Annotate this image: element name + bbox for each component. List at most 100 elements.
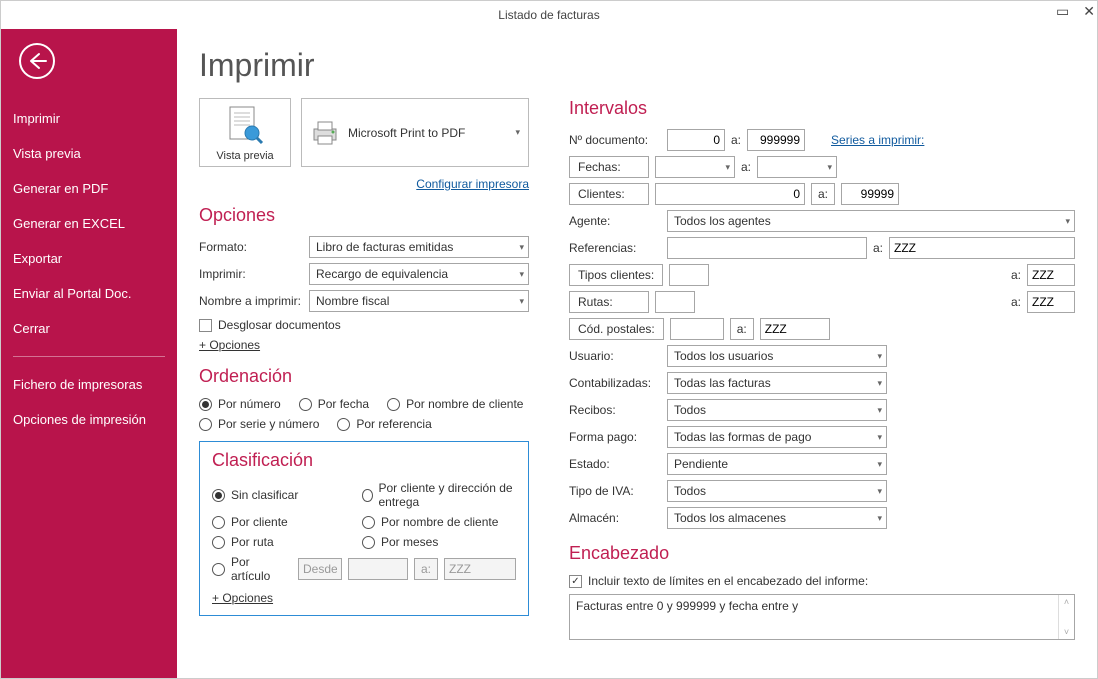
- printer-name: Microsoft Print to PDF: [348, 126, 465, 140]
- desglosar-label: Desglosar documentos: [218, 318, 341, 332]
- radio-por-referencia[interactable]: Por referencia: [337, 417, 431, 431]
- ordenacion-heading: Ordenación: [199, 366, 529, 387]
- forma-combo[interactable]: Todas las formas de pago▾: [667, 426, 887, 448]
- sidebar-item-imprimir[interactable]: Imprimir: [1, 101, 177, 136]
- chevron-down-icon: ▾: [519, 269, 524, 280]
- sidebar-item-fichero[interactable]: Fichero de impresoras: [1, 367, 177, 402]
- tipos-to[interactable]: [1027, 264, 1075, 286]
- clientes-from[interactable]: [655, 183, 805, 205]
- radio-por-nombre[interactable]: Por nombre de cliente: [387, 397, 523, 411]
- cod-from[interactable]: [670, 318, 724, 340]
- chevron-down-icon: ▾: [519, 242, 524, 253]
- nombre-label: Nombre a imprimir:: [199, 294, 309, 308]
- ndoc-label: Nº documento:: [569, 133, 661, 147]
- sidebar-item-portal[interactable]: Enviar al Portal Doc.: [1, 276, 177, 311]
- ndoc-from[interactable]: [667, 129, 725, 151]
- ref-label: Referencias:: [569, 241, 661, 255]
- sidebar-item-excel[interactable]: Generar en EXCEL: [1, 206, 177, 241]
- contab-label: Contabilizadas:: [569, 376, 661, 390]
- clientes-to[interactable]: [841, 183, 899, 205]
- desglosar-checkbox[interactable]: [199, 319, 212, 332]
- document-preview-icon: [224, 105, 266, 145]
- printer-icon: [310, 119, 340, 147]
- sidebar: Imprimir Vista previa Generar en PDF Gen…: [1, 29, 177, 678]
- agente-combo[interactable]: Todos los agentes▾: [667, 210, 1075, 232]
- sidebar-item-exportar[interactable]: Exportar: [1, 241, 177, 276]
- sidebar-item-cerrar[interactable]: Cerrar: [1, 311, 177, 346]
- imprimir-combo[interactable]: Recargo de equivalencia▾: [309, 263, 529, 285]
- chevron-down-icon: ▾: [519, 296, 524, 307]
- cod-to[interactable]: [760, 318, 830, 340]
- fechas-button[interactable]: Fechas:: [569, 156, 649, 178]
- encabezado-textarea[interactable]: Facturas entre 0 y 999999 y fecha entre …: [569, 594, 1075, 640]
- close-icon[interactable]: ✕: [1083, 3, 1095, 20]
- main-panel: Imprimir Vista previa: [177, 29, 1097, 678]
- sidebar-item-opciones[interactable]: Opciones de impresión: [1, 402, 177, 437]
- recibos-label: Recibos:: [569, 403, 661, 417]
- scrollbar[interactable]: ˄˅: [1058, 595, 1074, 639]
- contab-combo[interactable]: Todas las facturas▾: [667, 372, 887, 394]
- titlebar: Listado de facturas ▭ ✕: [1, 1, 1097, 29]
- rutas-from[interactable]: [655, 291, 695, 313]
- rutas-to[interactable]: [1027, 291, 1075, 313]
- tipos-from[interactable]: [669, 264, 709, 286]
- ref-from[interactable]: [667, 237, 867, 259]
- radio-cliente-direccion[interactable]: Por cliente y dirección de entrega: [362, 481, 516, 509]
- series-link[interactable]: Series a imprimir:: [831, 133, 924, 147]
- almacen-label: Almacén:: [569, 511, 661, 525]
- fecha-from-combo[interactable]: ▾: [655, 156, 735, 178]
- incluir-label: Incluir texto de límites en el encabezad…: [588, 574, 868, 588]
- printer-selector[interactable]: Microsoft Print to PDF ▾: [301, 98, 529, 167]
- a-label-field: [414, 558, 438, 580]
- estado-combo[interactable]: Pendiente▾: [667, 453, 887, 475]
- maximize-icon[interactable]: ▭: [1056, 3, 1069, 20]
- hasta-input[interactable]: [444, 558, 516, 580]
- estado-label: Estado:: [569, 457, 661, 471]
- scroll-up-icon[interactable]: ˄: [1064, 597, 1069, 607]
- intervalos-heading: Intervalos: [569, 98, 1075, 119]
- nombre-combo[interactable]: Nombre fiscal▾: [309, 290, 529, 312]
- clientes-button[interactable]: Clientes:: [569, 183, 649, 205]
- desde-input[interactable]: [348, 558, 408, 580]
- sidebar-separator: [13, 356, 165, 357]
- mas-opciones-link[interactable]: + Opciones: [199, 338, 260, 352]
- clientes-a-button[interactable]: a:: [811, 183, 835, 205]
- radio-clas-nombre[interactable]: Por nombre de cliente: [362, 515, 516, 529]
- sidebar-item-pdf[interactable]: Generar en PDF: [1, 171, 177, 206]
- sidebar-item-vista-previa[interactable]: Vista previa: [1, 136, 177, 171]
- cod-a-button[interactable]: a:: [730, 318, 754, 340]
- page-title: Imprimir: [199, 47, 1075, 84]
- clasificacion-box: Clasificación Sin clasificar Por cliente…: [199, 441, 529, 616]
- incluir-checkbox[interactable]: ✓: [569, 575, 582, 588]
- rutas-button[interactable]: Rutas:: [569, 291, 649, 313]
- cod-button[interactable]: Cód. postales:: [569, 318, 664, 340]
- fecha-to-combo[interactable]: ▾: [757, 156, 837, 178]
- radio-por-serie[interactable]: Por serie y número: [199, 417, 319, 431]
- preview-button[interactable]: Vista previa: [199, 98, 291, 167]
- clas-mas-opciones[interactable]: + Opciones: [212, 591, 273, 605]
- usuario-label: Usuario:: [569, 349, 661, 363]
- tipoiva-combo[interactable]: Todos▾: [667, 480, 887, 502]
- preview-label: Vista previa: [210, 150, 280, 162]
- almacen-combo[interactable]: Todos los almacenes▾: [667, 507, 887, 529]
- formato-combo[interactable]: Libro de facturas emitidas▾: [309, 236, 529, 258]
- radio-por-ruta[interactable]: Por ruta: [212, 535, 362, 549]
- back-button[interactable]: [19, 43, 55, 79]
- configure-printer-link[interactable]: Configurar impresora: [199, 177, 529, 191]
- ref-to[interactable]: [889, 237, 1075, 259]
- radio-por-meses[interactable]: Por meses: [362, 535, 516, 549]
- radio-por-fecha[interactable]: Por fecha: [299, 397, 369, 411]
- window-title: Listado de facturas: [498, 8, 599, 22]
- tipos-button[interactable]: Tipos clientes:: [569, 264, 663, 286]
- tipoiva-label: Tipo de IVA:: [569, 484, 661, 498]
- desde-label-field: [298, 558, 342, 580]
- recibos-combo[interactable]: Todos▾: [667, 399, 887, 421]
- radio-por-cliente[interactable]: Por cliente: [212, 515, 362, 529]
- ndoc-to[interactable]: [747, 129, 805, 151]
- scroll-down-icon[interactable]: ˅: [1064, 627, 1069, 637]
- usuario-combo[interactable]: Todos los usuarios▾: [667, 345, 887, 367]
- radio-sin-clasificar[interactable]: Sin clasificar: [212, 481, 362, 509]
- radio-por-articulo[interactable]: Por artículo: [212, 555, 292, 583]
- radio-por-numero[interactable]: Por número: [199, 397, 281, 411]
- formato-label: Formato:: [199, 240, 309, 254]
